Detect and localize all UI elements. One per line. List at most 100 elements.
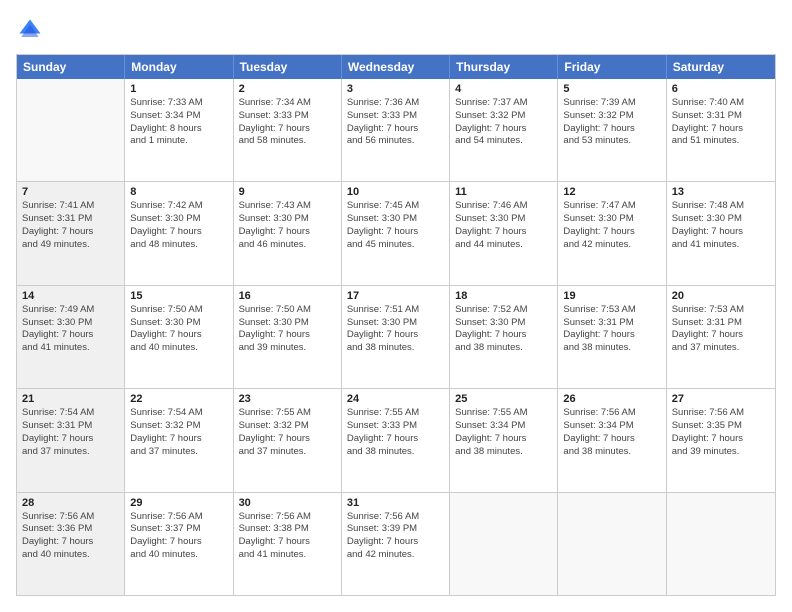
calendar-cell	[450, 493, 558, 595]
day-number: 26	[563, 393, 660, 405]
cell-info-line: Daylight: 7 hours	[347, 433, 444, 446]
cell-info-line: Daylight: 7 hours	[130, 329, 227, 342]
cell-info-line: Sunrise: 7:36 AM	[347, 97, 444, 110]
cell-info-line: Sunrise: 7:56 AM	[563, 407, 660, 420]
cell-info-line: Daylight: 7 hours	[22, 226, 119, 239]
cell-info-line: and 41 minutes.	[672, 239, 770, 252]
calendar-cell	[667, 493, 775, 595]
cell-info-line: Sunset: 3:37 PM	[130, 523, 227, 536]
cell-info-line: Daylight: 7 hours	[347, 226, 444, 239]
cell-info-line: Sunrise: 7:33 AM	[130, 97, 227, 110]
cell-info-line: Sunset: 3:38 PM	[239, 523, 336, 536]
cell-info-line: Sunrise: 7:43 AM	[239, 200, 336, 213]
day-number: 28	[22, 497, 119, 509]
cell-info-line: and 38 minutes.	[455, 446, 552, 459]
calendar-cell: 5Sunrise: 7:39 AMSunset: 3:32 PMDaylight…	[558, 79, 666, 181]
cell-info-line: Sunrise: 7:51 AM	[347, 304, 444, 317]
cell-info-line: and 37 minutes.	[239, 446, 336, 459]
cell-info-line: Daylight: 7 hours	[239, 329, 336, 342]
cell-info-line: Sunrise: 7:52 AM	[455, 304, 552, 317]
day-number: 9	[239, 186, 336, 198]
logo-icon	[16, 16, 44, 44]
calendar-cell: 29Sunrise: 7:56 AMSunset: 3:37 PMDayligh…	[125, 493, 233, 595]
calendar-cell	[558, 493, 666, 595]
cell-info-line: Sunset: 3:32 PM	[130, 420, 227, 433]
cell-info-line: Daylight: 7 hours	[239, 123, 336, 136]
calendar-cell: 11Sunrise: 7:46 AMSunset: 3:30 PMDayligh…	[450, 182, 558, 284]
cell-info-line: Sunset: 3:30 PM	[347, 317, 444, 330]
cell-info-line: Sunset: 3:32 PM	[455, 110, 552, 123]
cell-info-line: Sunset: 3:32 PM	[239, 420, 336, 433]
calendar-row-1: 7Sunrise: 7:41 AMSunset: 3:31 PMDaylight…	[17, 182, 775, 285]
header-day-sunday: Sunday	[17, 55, 125, 79]
day-number: 6	[672, 83, 770, 95]
calendar-body: 1Sunrise: 7:33 AMSunset: 3:34 PMDaylight…	[17, 79, 775, 595]
cell-info-line: and 44 minutes.	[455, 239, 552, 252]
cell-info-line: and 54 minutes.	[455, 135, 552, 148]
cell-info-line: Sunrise: 7:46 AM	[455, 200, 552, 213]
day-number: 25	[455, 393, 552, 405]
cell-info-line: Sunset: 3:30 PM	[455, 317, 552, 330]
calendar-cell: 22Sunrise: 7:54 AMSunset: 3:32 PMDayligh…	[125, 389, 233, 491]
cell-info-line: Daylight: 7 hours	[563, 329, 660, 342]
cell-info-line: Sunset: 3:30 PM	[22, 317, 119, 330]
calendar-row-3: 21Sunrise: 7:54 AMSunset: 3:31 PMDayligh…	[17, 389, 775, 492]
cell-info-line: Daylight: 7 hours	[672, 226, 770, 239]
cell-info-line: Sunset: 3:34 PM	[455, 420, 552, 433]
calendar-cell: 3 Sunrise: 7:36 AMSunset: 3:33 PMDaylight…	[342, 79, 450, 181]
calendar-cell: 16Sunrise: 7:50 AMSunset: 3:30 PMDayligh…	[234, 286, 342, 388]
cell-info-line: Sunset: 3:31 PM	[563, 317, 660, 330]
calendar-cell: 21Sunrise: 7:54 AMSunset: 3:31 PMDayligh…	[17, 389, 125, 491]
cell-info-line: Sunset: 3:33 PM	[347, 420, 444, 433]
day-number: 12	[563, 186, 660, 198]
cell-info-line: Sunrise: 7:42 AM	[130, 200, 227, 213]
calendar-cell: 18Sunrise: 7:52 AMSunset: 3:30 PMDayligh…	[450, 286, 558, 388]
cell-info-line: Sunrise: 7:45 AM	[347, 200, 444, 213]
cell-info-line: Sunrise: 7:49 AM	[22, 304, 119, 317]
day-number: 3	[347, 83, 444, 95]
cell-info-line: Daylight: 7 hours	[563, 433, 660, 446]
header-day-friday: Friday	[558, 55, 666, 79]
cell-info-line: Sunrise: 7:40 AM	[672, 97, 770, 110]
calendar-cell: 13Sunrise: 7:48 AMSunset: 3:30 PMDayligh…	[667, 182, 775, 284]
cell-info-line: Sunset: 3:33 PM	[347, 110, 444, 123]
day-number: 19	[563, 290, 660, 302]
cell-info-line: Sunrise: 7:56 AM	[672, 407, 770, 420]
day-number: 15	[130, 290, 227, 302]
day-number: 30	[239, 497, 336, 509]
day-number: 16	[239, 290, 336, 302]
cell-info-line: Sunrise: 7:37 AM	[455, 97, 552, 110]
cell-info-line: Sunset: 3:31 PM	[22, 420, 119, 433]
cell-info-line: Daylight: 7 hours	[455, 329, 552, 342]
cell-info-line: and 53 minutes.	[563, 135, 660, 148]
cell-info-line: Daylight: 7 hours	[347, 123, 444, 136]
cell-info-line: Daylight: 7 hours	[563, 226, 660, 239]
cell-info-line: Sunrise: 7:56 AM	[130, 511, 227, 524]
day-number: 8	[130, 186, 227, 198]
calendar-cell: 4Sunrise: 7:37 AMSunset: 3:32 PMDaylight…	[450, 79, 558, 181]
calendar-cell: 19Sunrise: 7:53 AMSunset: 3:31 PMDayligh…	[558, 286, 666, 388]
calendar-cell: 2Sunrise: 7:34 AMSunset: 3:33 PMDaylight…	[234, 79, 342, 181]
calendar-cell: 10Sunrise: 7:45 AMSunset: 3:30 PMDayligh…	[342, 182, 450, 284]
calendar-cell: 28Sunrise: 7:56 AMSunset: 3:36 PMDayligh…	[17, 493, 125, 595]
calendar-cell: 31Sunrise: 7:56 AMSunset: 3:39 PMDayligh…	[342, 493, 450, 595]
day-number: 23	[239, 393, 336, 405]
cell-info-line: and 49 minutes.	[22, 239, 119, 252]
cell-info-line: Daylight: 7 hours	[347, 329, 444, 342]
cell-info-line: and 39 minutes.	[672, 446, 770, 459]
cell-info-line: Daylight: 7 hours	[347, 536, 444, 549]
day-number: 27	[672, 393, 770, 405]
calendar-cell: 14Sunrise: 7:49 AMSunset: 3:30 PMDayligh…	[17, 286, 125, 388]
day-number: 22	[130, 393, 227, 405]
day-number: 2	[239, 83, 336, 95]
cell-info-line: Sunrise: 7:56 AM	[347, 511, 444, 524]
calendar-cell: 25Sunrise: 7:55 AMSunset: 3:34 PMDayligh…	[450, 389, 558, 491]
calendar-cell	[17, 79, 125, 181]
cell-info-line: Sunrise: 7:41 AM	[22, 200, 119, 213]
day-number: 13	[672, 186, 770, 198]
cell-info-line: and 40 minutes.	[22, 549, 119, 562]
cell-info-line: and 39 minutes.	[239, 342, 336, 355]
day-number: 4	[455, 83, 552, 95]
cell-info-line: Daylight: 7 hours	[22, 329, 119, 342]
cell-info-line: and 51 minutes.	[672, 135, 770, 148]
